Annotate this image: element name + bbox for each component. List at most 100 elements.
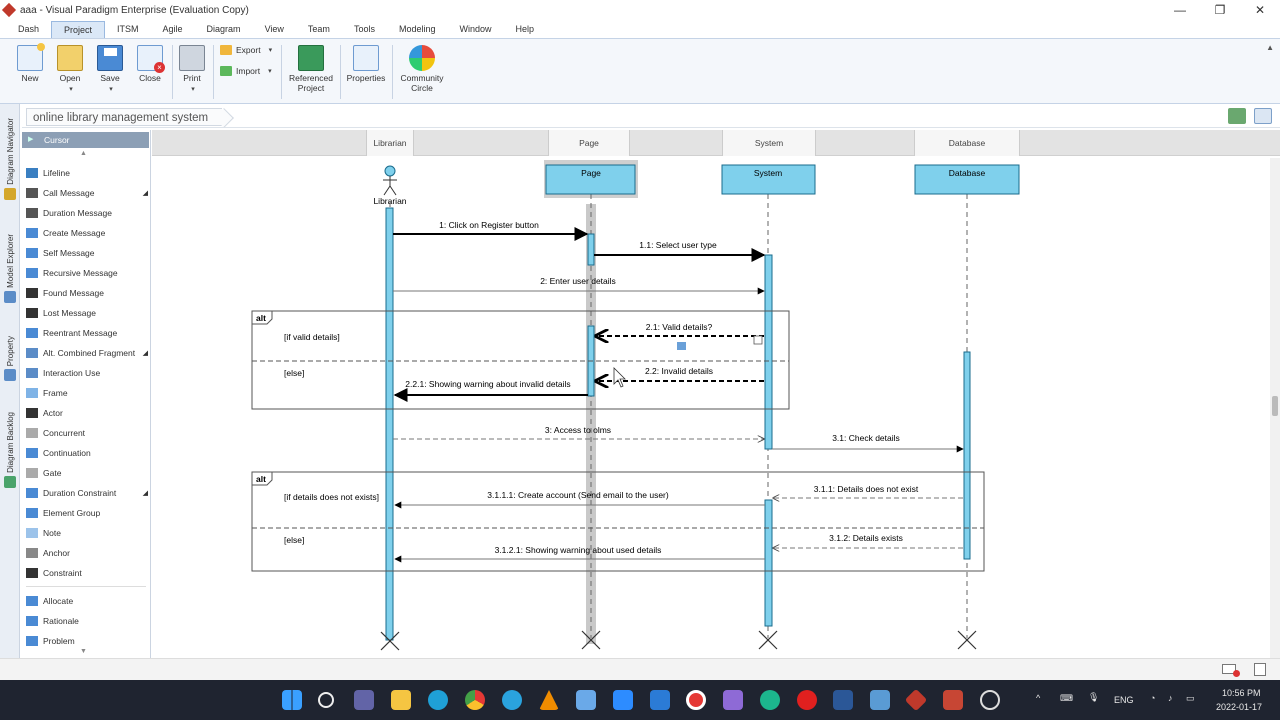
palette-item-call-message[interactable]: Call Message ◢ [26,185,150,201]
palette-cursor[interactable]: Cursor [22,132,149,148]
palette-item-allocate[interactable]: Allocate [26,593,150,609]
resize-handle-icon[interactable] [753,335,763,345]
photos-icon[interactable] [870,690,890,710]
palette-more-icon[interactable]: ◢ [143,489,148,497]
chrome-icon[interactable] [465,690,485,710]
palette-item-concurrent[interactable]: Concurrent [26,425,150,441]
file-explorer-icon[interactable] [391,690,411,710]
palette-item-alt-combined-fragment[interactable]: Alt. Combined Fragment ◢ [26,345,150,361]
teams-icon[interactable] [354,690,374,710]
palette-scroll-down-icon[interactable]: ▼ [80,648,87,655]
palette-scroll-up-icon[interactable]: ▲ [80,150,87,157]
librarian-actor[interactable] [383,165,397,196]
wifi-icon[interactable]: ◔ [1150,693,1155,703]
palette-more-icon[interactable]: ◢ [143,189,148,197]
word-icon[interactable] [833,690,853,710]
palette-item-duration-constraint[interactable]: Duration Constraint ◢ [26,485,150,501]
tray-chevron-icon[interactable]: ^ [1036,693,1040,703]
palette-item-create-message[interactable]: Create Message [26,225,150,241]
volume-icon[interactable]: ♪ [1168,693,1173,703]
page-activation-1[interactable] [587,233,595,266]
minimize-button[interactable]: — [1160,0,1200,20]
search-icon[interactable] [318,692,334,708]
tab-diagram-backlog[interactable]: Diagram Backlog [2,412,18,488]
scrollbar-thumb[interactable] [1272,396,1278,416]
menu-diagram[interactable]: Diagram [195,21,253,38]
visual-paradigm-icon[interactable] [904,688,928,712]
palette-item-anchor[interactable]: Anchor [26,545,150,561]
palette-item-constraint[interactable]: Constraint [26,565,150,581]
powerpoint-icon[interactable] [943,690,963,710]
maximize-button[interactable]: ❐ [1200,0,1240,20]
palette-item-found-message[interactable]: Found Message [26,285,150,301]
palette-item-reentrant-message[interactable]: Reentrant Message [26,325,150,341]
palette-item-recursive-message[interactable]: Recursive Message [26,265,150,281]
print-button[interactable]: Print ▾ [176,45,208,93]
menu-project[interactable]: Project [51,21,106,38]
palette-more-icon[interactable]: ◢ [143,349,148,357]
palette-item-element-group[interactable]: Element Group [26,505,150,521]
save-button[interactable]: Save ▾ [94,45,126,93]
clock-date[interactable]: 2022-01-17 [1216,702,1262,712]
3d-box-icon[interactable] [576,690,596,710]
palette-item-continuation[interactable]: Continuation [26,445,150,461]
tab-property[interactable]: Property [2,336,18,382]
palette-item-duration-message[interactable]: Duration Message [26,205,150,221]
breadcrumb-item[interactable]: online library management system [26,108,223,126]
keyboard-icon[interactable]: ⌨ [1060,693,1073,704]
menu-tools[interactable]: Tools [342,21,387,38]
palette-item-rationale[interactable]: Rationale [26,613,150,629]
pen-app-icon[interactable] [723,690,743,710]
close-button[interactable]: × Close [134,45,166,83]
microphone-icon[interactable]: 🎙 [1088,692,1099,703]
system-activation-2[interactable] [764,499,773,627]
tab-diagram-navigator[interactable]: Diagram Navigator [2,118,18,200]
menu-team[interactable]: Team [296,21,342,38]
palette-item-self-message[interactable]: Self Message [26,245,150,261]
document-icon[interactable] [1254,663,1266,676]
import-button[interactable]: Import ▾ [220,66,272,76]
language-indicator[interactable]: ENG [1114,695,1134,705]
menu-view[interactable]: View [253,21,296,38]
obs-icon[interactable] [980,690,1000,710]
menu-window[interactable]: Window [447,21,503,38]
open-button[interactable]: Open ▾ [54,45,86,93]
record-icon[interactable] [686,690,706,710]
referenced-project-button[interactable]: Referenced Project [286,45,336,93]
menu-itsm[interactable]: ITSM [105,21,151,38]
export-button[interactable]: Export ▾ [220,45,272,55]
menu-modeling[interactable]: Modeling [387,21,448,38]
opera-icon[interactable] [797,690,817,710]
edge-icon[interactable] [428,690,448,710]
tab-model-explorer[interactable]: Model Explorer [2,234,18,303]
vertical-scrollbar[interactable] [1270,158,1280,658]
battery-icon[interactable]: ▭ [1186,693,1195,704]
librarian-activation[interactable] [385,207,394,641]
collapse-ribbon-icon[interactable]: ▲ [1266,43,1274,52]
diagram-toolbar-icon[interactable] [1228,108,1246,124]
properties-button[interactable]: Properties [344,45,388,83]
arduino-icon[interactable] [760,690,780,710]
clock-time[interactable]: 10:56 PM [1222,688,1261,698]
palette-item-interaction-use[interactable]: Interaction Use [26,365,150,381]
community-circle-button[interactable]: Community Circle [398,45,446,93]
windows-start-icon[interactable] [282,690,302,710]
menu-agile[interactable]: Agile [151,21,195,38]
close-window-button[interactable]: ✕ [1240,0,1280,20]
menu-dash[interactable]: Dash [6,21,51,38]
diagram-canvas[interactable]: Librarian Page System Database Librarian… [152,130,1280,658]
new-button[interactable]: New [14,43,46,83]
palette-item-lost-message[interactable]: Lost Message [26,305,150,321]
vscode-icon[interactable] [650,690,670,710]
menu-help[interactable]: Help [504,21,547,38]
telegram-icon[interactable] [502,690,522,710]
palette-item-actor[interactable]: Actor [26,405,150,421]
palette-item-gate[interactable]: Gate [26,465,150,481]
system-activation-1[interactable] [764,254,773,450]
palette-item-note[interactable]: Note [26,525,150,541]
palette-item-problem[interactable]: Problem [26,633,150,649]
diagram-overview-icon[interactable] [1254,108,1272,124]
palette-item-lifeline[interactable]: Lifeline [26,165,150,181]
palette-item-frame[interactable]: Frame [26,385,150,401]
zoom-icon[interactable] [613,690,633,710]
